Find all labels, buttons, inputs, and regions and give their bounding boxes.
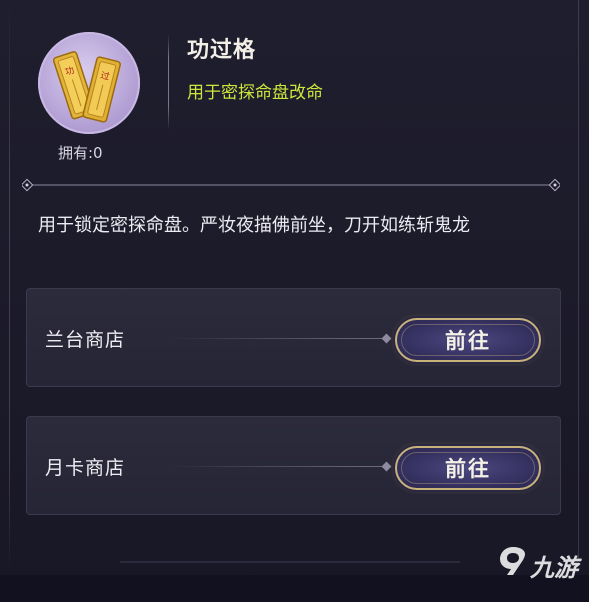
section-divider-ornament — [22, 178, 560, 192]
9game-logo-icon — [496, 544, 530, 578]
title-divider — [168, 34, 169, 130]
shop-connector-dot — [381, 461, 392, 472]
owned-count: 拥有:0 — [58, 144, 103, 162]
panel-right-border — [578, 0, 579, 560]
go-button-label: 前往 — [445, 329, 491, 353]
scroll-tablets-icon: 功 过 — [38, 32, 140, 134]
item-description: 用于锁定密探命盘。严妆夜描佛前坐，刀开如练斩鬼龙 — [38, 215, 470, 236]
shop-name: 月卡商店 — [45, 457, 126, 479]
item-title: 功过格 — [187, 38, 257, 63]
item-detail-panel: 功 过 拥有:0 功过格 用于密探命盘改命 用于锁定密探命盘。严妆夜描佛前坐，刀… — [0, 0, 589, 602]
panel-left-border — [9, 0, 10, 575]
shop-row-lantai: 兰台商店 前往 — [26, 288, 561, 387]
shop-connector-line — [167, 466, 387, 467]
go-button-monthly-card[interactable]: 前往 — [395, 446, 541, 490]
watermark-text: 九游 — [530, 554, 578, 582]
bottom-ornament — [120, 552, 460, 563]
shop-connector-dot — [381, 333, 392, 344]
bottom-band — [0, 575, 589, 602]
shop-row-monthly-card: 月卡商店 前往 — [26, 416, 561, 515]
shop-connector-line — [167, 338, 387, 339]
go-button-lantai[interactable]: 前往 — [395, 318, 541, 362]
shop-name: 兰台商店 — [45, 329, 126, 351]
go-button-label: 前往 — [445, 457, 491, 481]
item-subtitle: 用于密探命盘改命 — [187, 83, 323, 103]
